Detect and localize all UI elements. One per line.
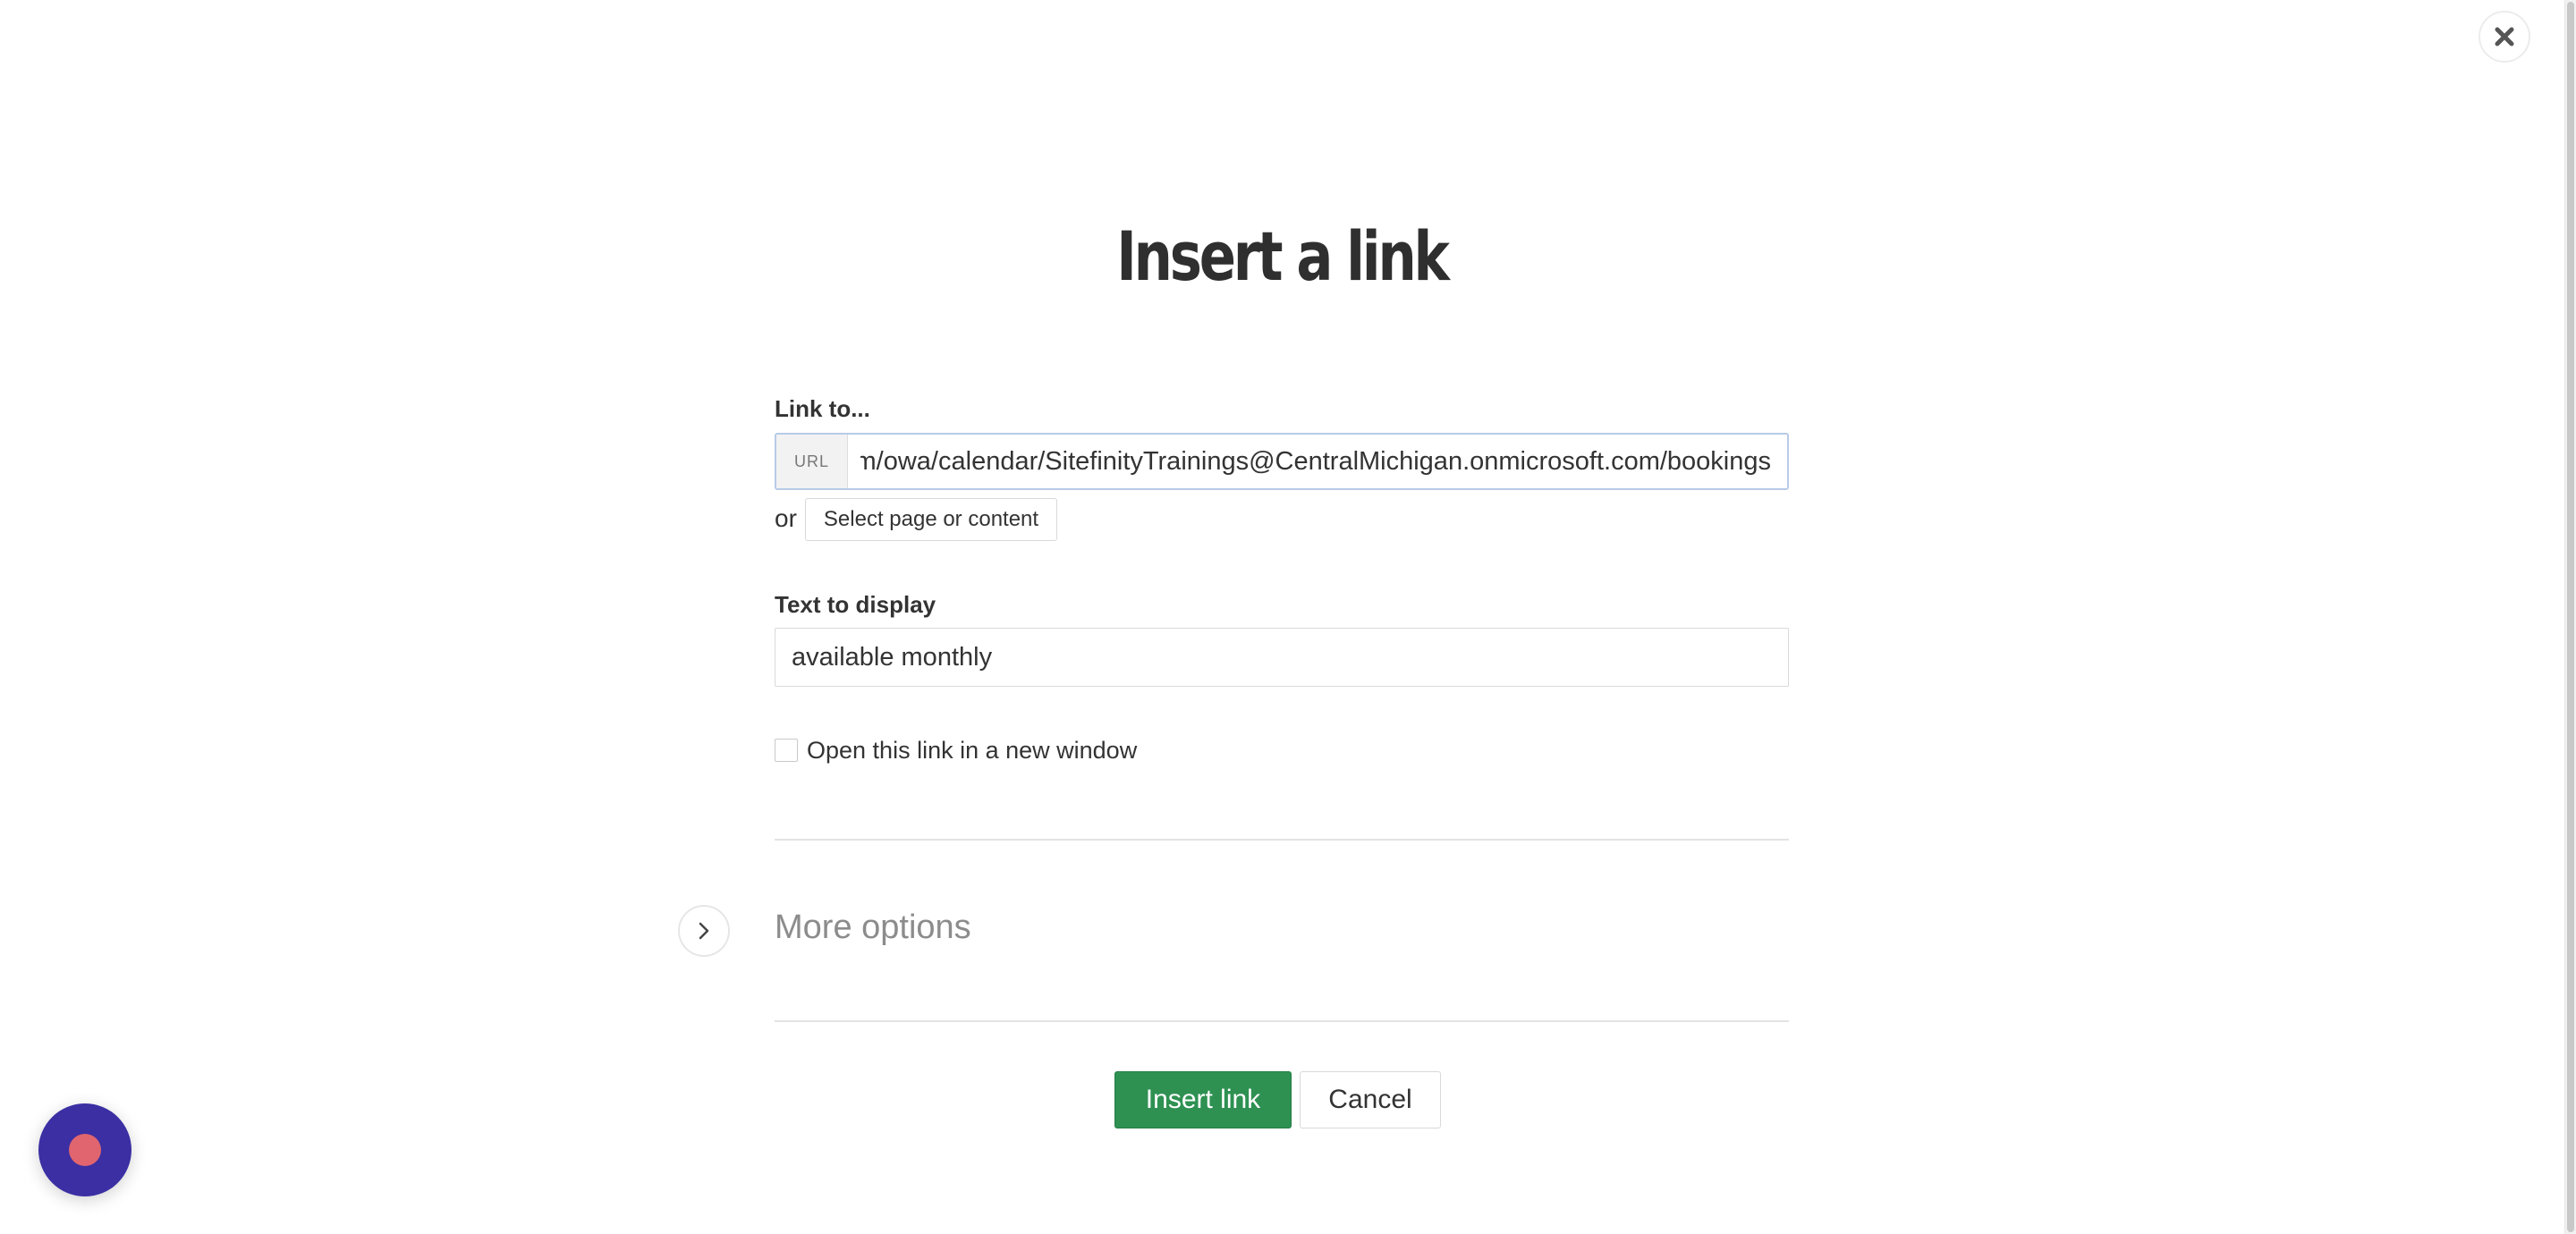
close-button[interactable]	[2479, 11, 2530, 63]
insert-link-button[interactable]: Insert link	[1114, 1071, 1292, 1128]
url-prefix-addon: URL	[776, 435, 848, 488]
chevron-right-icon	[699, 922, 709, 940]
section-divider-top	[775, 839, 1789, 841]
url-field-group: URL	[775, 433, 1789, 490]
more-options-label[interactable]: More options	[775, 905, 971, 950]
more-options-toggle[interactable]	[678, 905, 730, 957]
select-page-or-content-button[interactable]: Select page or content	[805, 498, 1057, 541]
new-window-label: Open this link in a new window	[807, 736, 1138, 764]
new-window-option[interactable]: Open this link in a new window	[775, 732, 1137, 768]
page-scrollbar[interactable]	[2564, 0, 2576, 1234]
section-divider-bottom	[775, 1020, 1789, 1022]
scrollbar-thumb[interactable]	[2567, 2, 2574, 1232]
dialog-title: Insert a link	[1116, 216, 1450, 296]
text-to-display-label: Text to display	[775, 591, 936, 618]
chat-widget-button[interactable]	[38, 1103, 131, 1196]
chat-widget-icon	[69, 1134, 101, 1166]
url-input[interactable]	[848, 435, 1787, 488]
link-to-label: Link to...	[775, 395, 870, 422]
new-window-checkbox[interactable]	[775, 739, 798, 762]
close-icon	[2495, 27, 2514, 46]
or-text: or	[775, 504, 797, 532]
text-to-display-input[interactable]	[775, 628, 1789, 687]
cancel-button[interactable]: Cancel	[1300, 1071, 1441, 1128]
